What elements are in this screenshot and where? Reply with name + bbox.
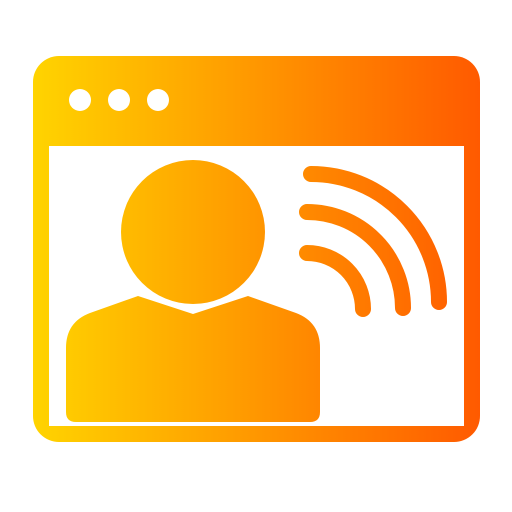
user-body — [66, 296, 320, 422]
live-broadcast-browser-icon — [0, 0, 512, 512]
icon-canvas — [0, 0, 512, 512]
user-head — [121, 160, 265, 304]
